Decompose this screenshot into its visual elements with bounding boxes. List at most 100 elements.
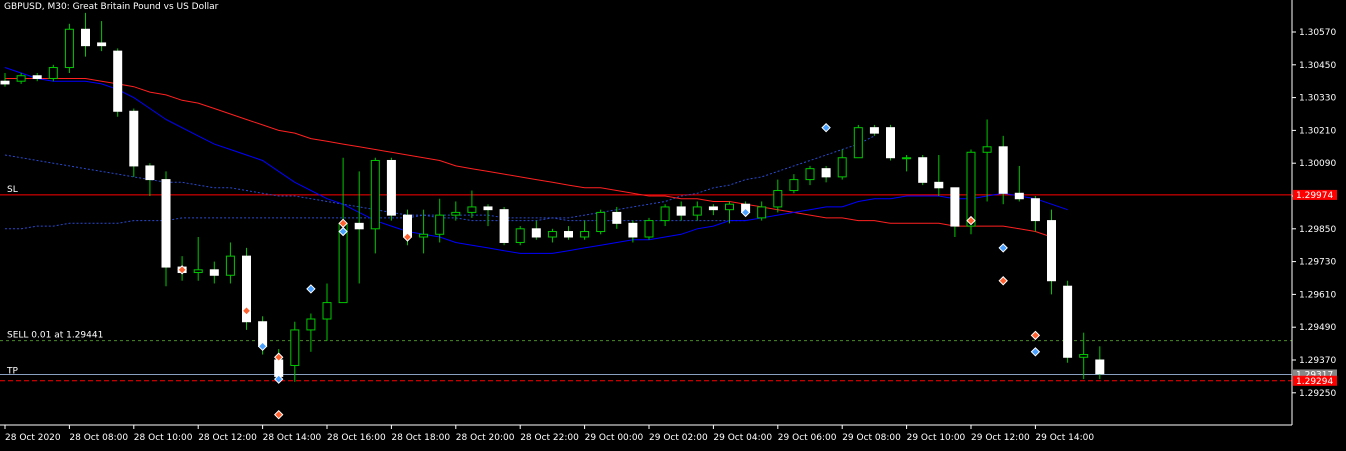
x-tick-label: 28 Oct 12:00 bbox=[198, 433, 257, 443]
candle bbox=[515, 226, 525, 246]
current-price-tag: 1.29294 bbox=[1296, 377, 1333, 387]
candle-body bbox=[515, 228, 525, 243]
candle bbox=[934, 155, 944, 196]
candle-body bbox=[660, 206, 670, 222]
candle-body bbox=[64, 28, 74, 69]
trade-marker-buy bbox=[306, 284, 316, 294]
candle-body bbox=[1063, 285, 1073, 358]
candle bbox=[564, 226, 573, 240]
candle-body bbox=[467, 206, 477, 213]
x-tick-label: 28 Oct 20:00 bbox=[456, 433, 515, 443]
candle bbox=[370, 157, 380, 254]
candle-body bbox=[725, 203, 734, 211]
candle-body bbox=[419, 233, 429, 238]
candle-body bbox=[209, 269, 219, 276]
y-tick-label: 1.29370 bbox=[1299, 356, 1336, 366]
candle-body bbox=[580, 231, 590, 238]
y-tick-label: 1.30330 bbox=[1299, 94, 1336, 104]
chart-area[interactable]: SL SELL 0.01 at 1.29441 TP 1.30570 1.30450 1… bbox=[0, 0, 1346, 447]
candle bbox=[499, 206, 509, 246]
candle bbox=[918, 155, 928, 186]
candle bbox=[129, 108, 139, 177]
x-tick-label: 29 Oct 10:00 bbox=[907, 433, 966, 443]
candle bbox=[821, 165, 831, 183]
trade-marker-sell bbox=[273, 409, 284, 420]
candle-body bbox=[370, 159, 380, 230]
candle bbox=[354, 171, 364, 284]
candle bbox=[290, 321, 300, 382]
candle-body bbox=[1014, 192, 1024, 200]
candle bbox=[644, 217, 654, 240]
x-tick-label: 28 Oct 08:00 bbox=[69, 433, 128, 443]
x-tick-label: 28 Oct 2020 bbox=[5, 433, 61, 443]
candle-body bbox=[145, 165, 155, 181]
candle-body bbox=[612, 211, 622, 224]
candle bbox=[1079, 332, 1089, 380]
candle-body bbox=[966, 151, 976, 227]
candle bbox=[386, 157, 396, 221]
candle bbox=[547, 228, 557, 243]
y-tick-label: 1.29250 bbox=[1299, 389, 1336, 399]
candle bbox=[322, 283, 332, 341]
candle-body bbox=[451, 211, 461, 216]
candle-body bbox=[435, 214, 445, 235]
candle bbox=[950, 187, 960, 237]
candle-body bbox=[547, 231, 557, 238]
candle bbox=[886, 124, 895, 161]
y-tick-label: 1.30090 bbox=[1299, 159, 1336, 169]
trade-marker-buy bbox=[998, 243, 1008, 253]
candle bbox=[531, 220, 541, 240]
y-tick-label: 1.30210 bbox=[1299, 126, 1336, 136]
candle bbox=[902, 155, 912, 172]
price-chart[interactable]: SLSELL 0.01 at 1.29441TP 1.305701.304501… bbox=[0, 0, 1346, 447]
candle-body bbox=[225, 255, 235, 276]
candle-body bbox=[1095, 359, 1105, 375]
candle bbox=[64, 23, 74, 73]
trade-marker-buy bbox=[821, 122, 831, 133]
candle-body bbox=[499, 209, 509, 243]
x-tick-label: 29 Oct 00:00 bbox=[585, 433, 644, 443]
candle bbox=[113, 48, 123, 117]
x-tick-label: 29 Oct 04:00 bbox=[713, 433, 772, 443]
candle-body bbox=[789, 179, 799, 192]
candle-body bbox=[596, 211, 606, 233]
candle-body bbox=[306, 318, 316, 331]
candle-body bbox=[886, 127, 895, 159]
chart-title: GBPUSD, M30: Great Britain Pound vs US D… bbox=[4, 2, 219, 12]
candle bbox=[32, 73, 42, 82]
candle-body bbox=[161, 179, 171, 268]
candle-body bbox=[757, 206, 767, 219]
candle-body bbox=[32, 75, 42, 79]
candle-body bbox=[290, 329, 300, 366]
candle bbox=[1030, 196, 1040, 232]
candle bbox=[725, 201, 734, 224]
candle-body bbox=[564, 231, 573, 238]
candle bbox=[161, 171, 171, 287]
candle-body bbox=[193, 269, 203, 274]
trade-marker-sell bbox=[1030, 330, 1041, 341]
candle bbox=[242, 247, 251, 330]
candle bbox=[1063, 280, 1073, 363]
candle bbox=[193, 237, 203, 281]
candle bbox=[628, 220, 638, 243]
candle bbox=[805, 165, 815, 186]
candle-body bbox=[1079, 354, 1089, 358]
candle-body bbox=[805, 168, 815, 181]
x-tick-label: 28 Oct 10:00 bbox=[134, 433, 193, 443]
x-tick-label: 28 Oct 14:00 bbox=[263, 433, 322, 443]
candle-body bbox=[0, 80, 10, 85]
candle-body bbox=[322, 302, 332, 320]
trade-marker-buy bbox=[1030, 347, 1041, 357]
y-tick-label: 1.29850 bbox=[1299, 225, 1336, 235]
candle bbox=[209, 261, 219, 284]
sl-price-tag: 1.29974 bbox=[1296, 191, 1333, 201]
candle-body bbox=[483, 206, 493, 211]
x-tick-label: 29 Oct 08:00 bbox=[842, 433, 901, 443]
candle-body bbox=[16, 75, 26, 82]
y-tick-label: 1.30570 bbox=[1299, 28, 1336, 38]
tp-label: TP bbox=[6, 366, 18, 376]
candle bbox=[982, 119, 992, 202]
candle bbox=[708, 204, 718, 216]
entry-label: SELL 0.01 at 1.29441 bbox=[7, 331, 103, 341]
candle bbox=[145, 163, 155, 196]
